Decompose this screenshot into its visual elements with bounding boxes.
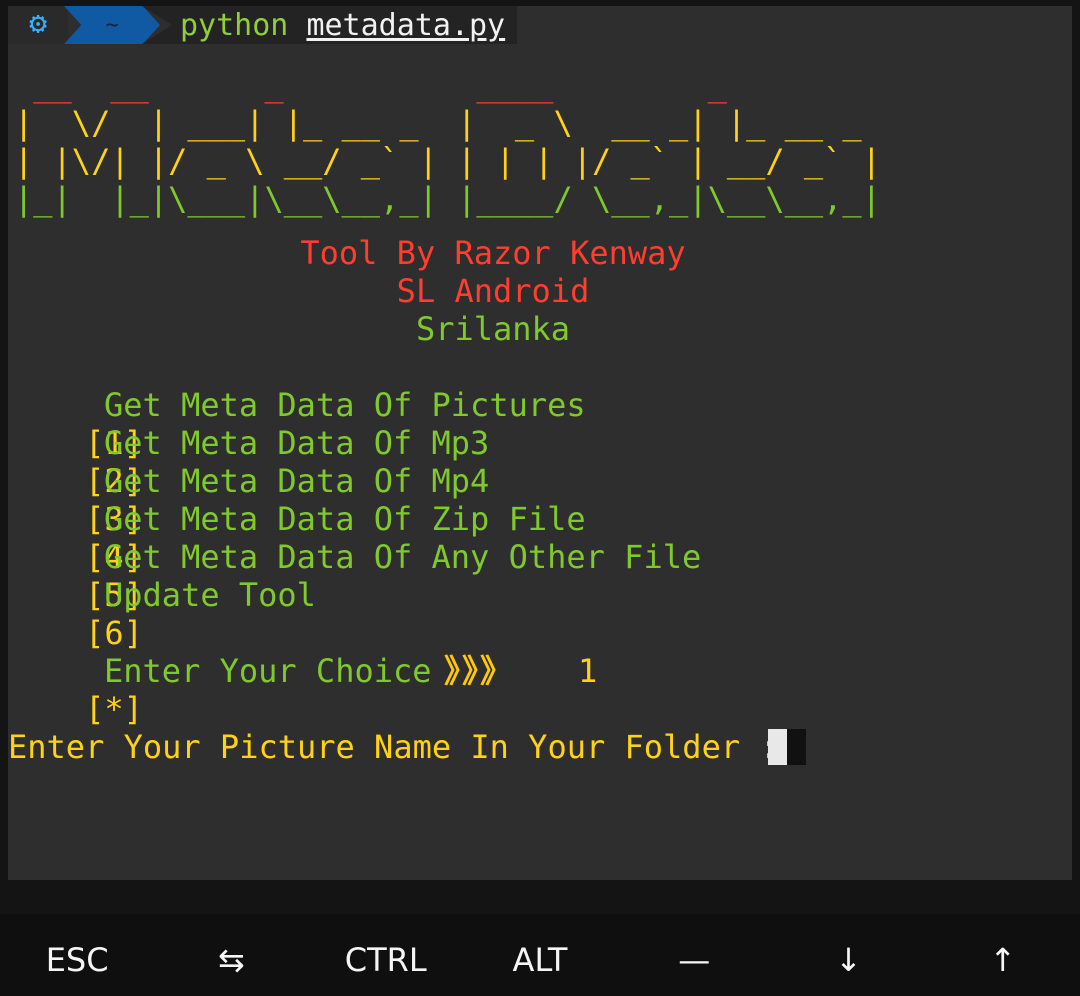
up-arrow-key[interactable]: ↑	[926, 914, 1080, 996]
shell-prompt: ⚙ ~ python metadata.py	[8, 6, 1072, 44]
menu-item-number: [6]	[85, 614, 143, 652]
choice-label: Enter Your Choice	[104, 652, 432, 690]
command-name: python	[180, 8, 289, 43]
extra-keys-bar: ESC ⇆ CTRL ALT — ↓ ↑	[0, 914, 1080, 996]
alt-key[interactable]: ALT	[463, 914, 617, 996]
dash-key[interactable]: —	[617, 914, 771, 996]
chevron-right-icon: 》》》	[444, 652, 515, 690]
input-prompt: Enter Your Picture Name In Your Folder :	[8, 728, 779, 766]
menu-item-label: Get Meta Data Of Mp4	[104, 462, 490, 500]
menu-item-label: Update Tool	[104, 576, 316, 614]
command-argument: metadata.py	[306, 8, 506, 43]
ascii-banner: __ __ _ ____ _ | \/ | ___| |_ __ _ | _ \…	[14, 66, 881, 218]
menu-item-label: Get Meta Data Of Mp3	[104, 424, 490, 462]
down-arrow-key[interactable]: ↓	[771, 914, 925, 996]
credit-author: Tool By Razor Kenway	[300, 234, 686, 272]
ctrl-key[interactable]: CTRL	[309, 914, 463, 996]
cursor-trail	[787, 729, 806, 765]
terminal-window[interactable]: ⚙ ~ python metadata.py __ __ _ ____ _ | …	[8, 6, 1072, 880]
menu-item-label: Get Meta Data Of Zip File	[104, 500, 586, 538]
tab-key[interactable]: ⇆	[154, 914, 308, 996]
esc-key[interactable]: ESC	[0, 914, 154, 996]
prompt-directory: ~	[64, 6, 160, 44]
text-cursor[interactable]	[768, 729, 787, 765]
credit-channel: SL Android	[396, 272, 590, 310]
choice-value: 1	[578, 652, 598, 690]
credit-country: Srilanka	[415, 310, 571, 348]
menu-item-label: Get Meta Data Of Pictures	[104, 386, 586, 424]
menu-item-label: Get Meta Data Of Any Other File	[104, 538, 702, 576]
choice-marker: [*]	[85, 690, 143, 728]
choice-prompt: [*] Enter Your Choice 》》》 1	[8, 652, 597, 880]
prompt-command: python metadata.py	[142, 6, 518, 44]
gear-icon: ⚙	[8, 6, 68, 44]
